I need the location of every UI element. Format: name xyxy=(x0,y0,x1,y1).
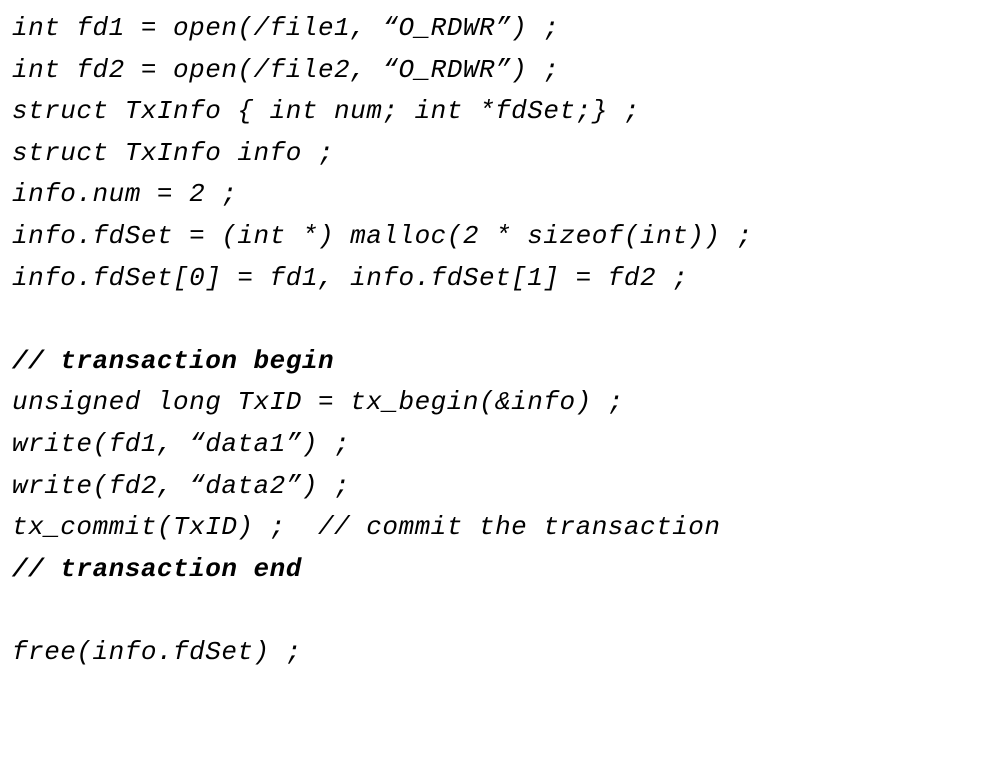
code-block: int fd1 = open(/file1, “O_RDWR”) ; int f… xyxy=(12,8,988,674)
code-line-14-comment: // transaction end xyxy=(12,549,988,591)
code-line-2: int fd2 = open(/file2, “O_RDWR”) ; xyxy=(12,50,988,92)
code-line-4: struct TxInfo info ; xyxy=(12,133,988,175)
code-line-5: info.num = 2 ; xyxy=(12,174,988,216)
code-line-6: info.fdSet = (int *) malloc(2 * sizeof(i… xyxy=(12,216,988,258)
code-line-9-comment: // transaction begin xyxy=(12,341,988,383)
blank-line-1 xyxy=(12,299,988,341)
code-line-3: struct TxInfo { int num; int *fdSet;} ; xyxy=(12,91,988,133)
code-line-7: info.fdSet[0] = fd1, info.fdSet[1] = fd2… xyxy=(12,258,988,300)
code-line-12: write(fd2, “data2”) ; xyxy=(12,466,988,508)
code-line-11: write(fd1, “data1”) ; xyxy=(12,424,988,466)
code-line-16: free(info.fdSet) ; xyxy=(12,632,988,674)
code-line-10: unsigned long TxID = tx_begin(&info) ; xyxy=(12,382,988,424)
code-line-13: tx_commit(TxID) ; // commit the transact… xyxy=(12,507,988,549)
code-line-1: int fd1 = open(/file1, “O_RDWR”) ; xyxy=(12,8,988,50)
blank-line-2 xyxy=(12,590,988,632)
